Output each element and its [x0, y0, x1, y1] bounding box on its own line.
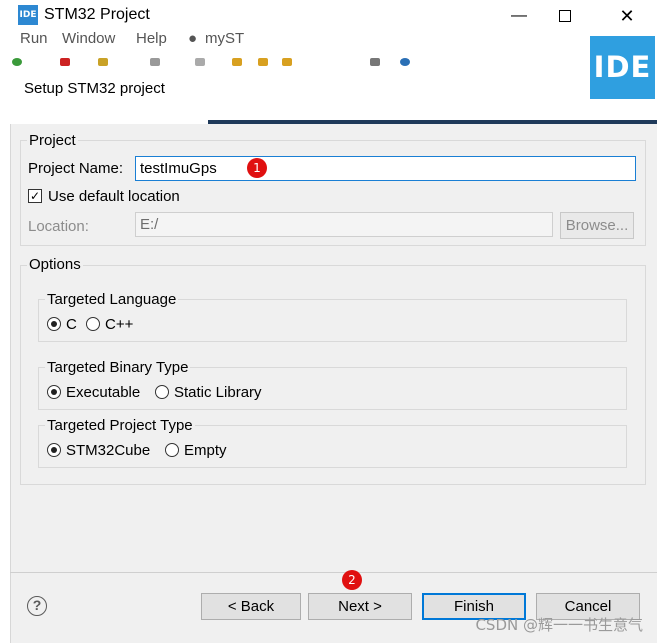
radio-binary-static-library-label: Static Library: [174, 384, 262, 401]
language-group-label: Targeted Language: [45, 291, 179, 308]
radio-language-c[interactable]: [47, 317, 61, 331]
tool-icon[interactable]: [98, 58, 108, 66]
run-icon[interactable]: [12, 58, 22, 66]
background-menu-bar: Run Window Help ● myST: [0, 30, 590, 52]
back-button[interactable]: < Back: [201, 593, 301, 620]
location-input[interactable]: E:/: [135, 212, 553, 237]
user-icon: ●: [188, 30, 198, 47]
options-group-label: Options: [27, 256, 83, 273]
help-icon[interactable]: ?: [27, 596, 47, 616]
radio-project-stm32cube-label: STM32Cube: [66, 442, 151, 459]
menu-item-run[interactable]: Run: [20, 30, 48, 47]
close-icon[interactable]: ✕: [604, 0, 650, 32]
arrow-icon[interactable]: [258, 58, 268, 66]
use-default-location-label: Use default location: [48, 188, 180, 205]
location-label: Location:: [28, 218, 89, 235]
folder-icon[interactable]: [195, 58, 205, 66]
annotation-badge-2: 2: [342, 570, 362, 590]
radio-language-c-label: C: [66, 316, 77, 333]
project-group-label: Project: [27, 132, 78, 149]
project-name-label: Project Name:: [28, 160, 124, 177]
arrow-icon[interactable]: [282, 58, 292, 66]
menu-item-window[interactable]: Window: [62, 30, 115, 47]
radio-language-cpp[interactable]: [86, 317, 100, 331]
annotation-badge-1: 1: [247, 158, 267, 178]
radio-project-stm32cube[interactable]: [47, 443, 61, 457]
location-value: E:/: [140, 216, 159, 233]
app-icon: IDE: [18, 5, 38, 25]
project-type-group-label: Targeted Project Type: [45, 417, 195, 434]
ide-logo: IDE: [590, 36, 655, 99]
watermark: CSDN @辉一一书生意气: [475, 616, 643, 634]
dialog-edge: [10, 124, 11, 643]
maximize-icon[interactable]: [542, 0, 588, 32]
arrow-icon[interactable]: [232, 58, 242, 66]
window-title: STM32 Project: [44, 6, 150, 23]
next-button[interactable]: Next >: [308, 593, 412, 620]
radio-language-cpp-label: C++: [105, 316, 134, 333]
radio-project-empty-label: Empty: [184, 442, 227, 459]
radio-binary-executable[interactable]: [47, 385, 61, 399]
radio-project-empty[interactable]: [165, 443, 179, 457]
button-bar-divider: [10, 572, 657, 573]
browse-button[interactable]: Browse...: [560, 212, 634, 239]
menu-item-help[interactable]: Help: [136, 30, 167, 47]
radio-binary-executable-label: Executable: [66, 384, 141, 401]
menu-item-myst[interactable]: myST: [205, 30, 244, 47]
help-tool-icon[interactable]: [400, 58, 410, 66]
radio-binary-static-library[interactable]: [155, 385, 169, 399]
binary-type-group-label: Targeted Binary Type: [45, 359, 191, 376]
window-icon[interactable]: [370, 58, 380, 66]
project-name-input[interactable]: testImuGps: [135, 156, 636, 181]
use-default-location-checkbox[interactable]: ✓: [28, 189, 42, 203]
stop-icon[interactable]: [60, 58, 70, 66]
project-name-value: testImuGps: [140, 160, 217, 177]
background-toolbar: [0, 55, 590, 69]
file-icon[interactable]: [150, 58, 160, 66]
wizard-header-title: Setup STM32 project: [24, 80, 165, 97]
minimize-icon[interactable]: —: [496, 0, 542, 32]
